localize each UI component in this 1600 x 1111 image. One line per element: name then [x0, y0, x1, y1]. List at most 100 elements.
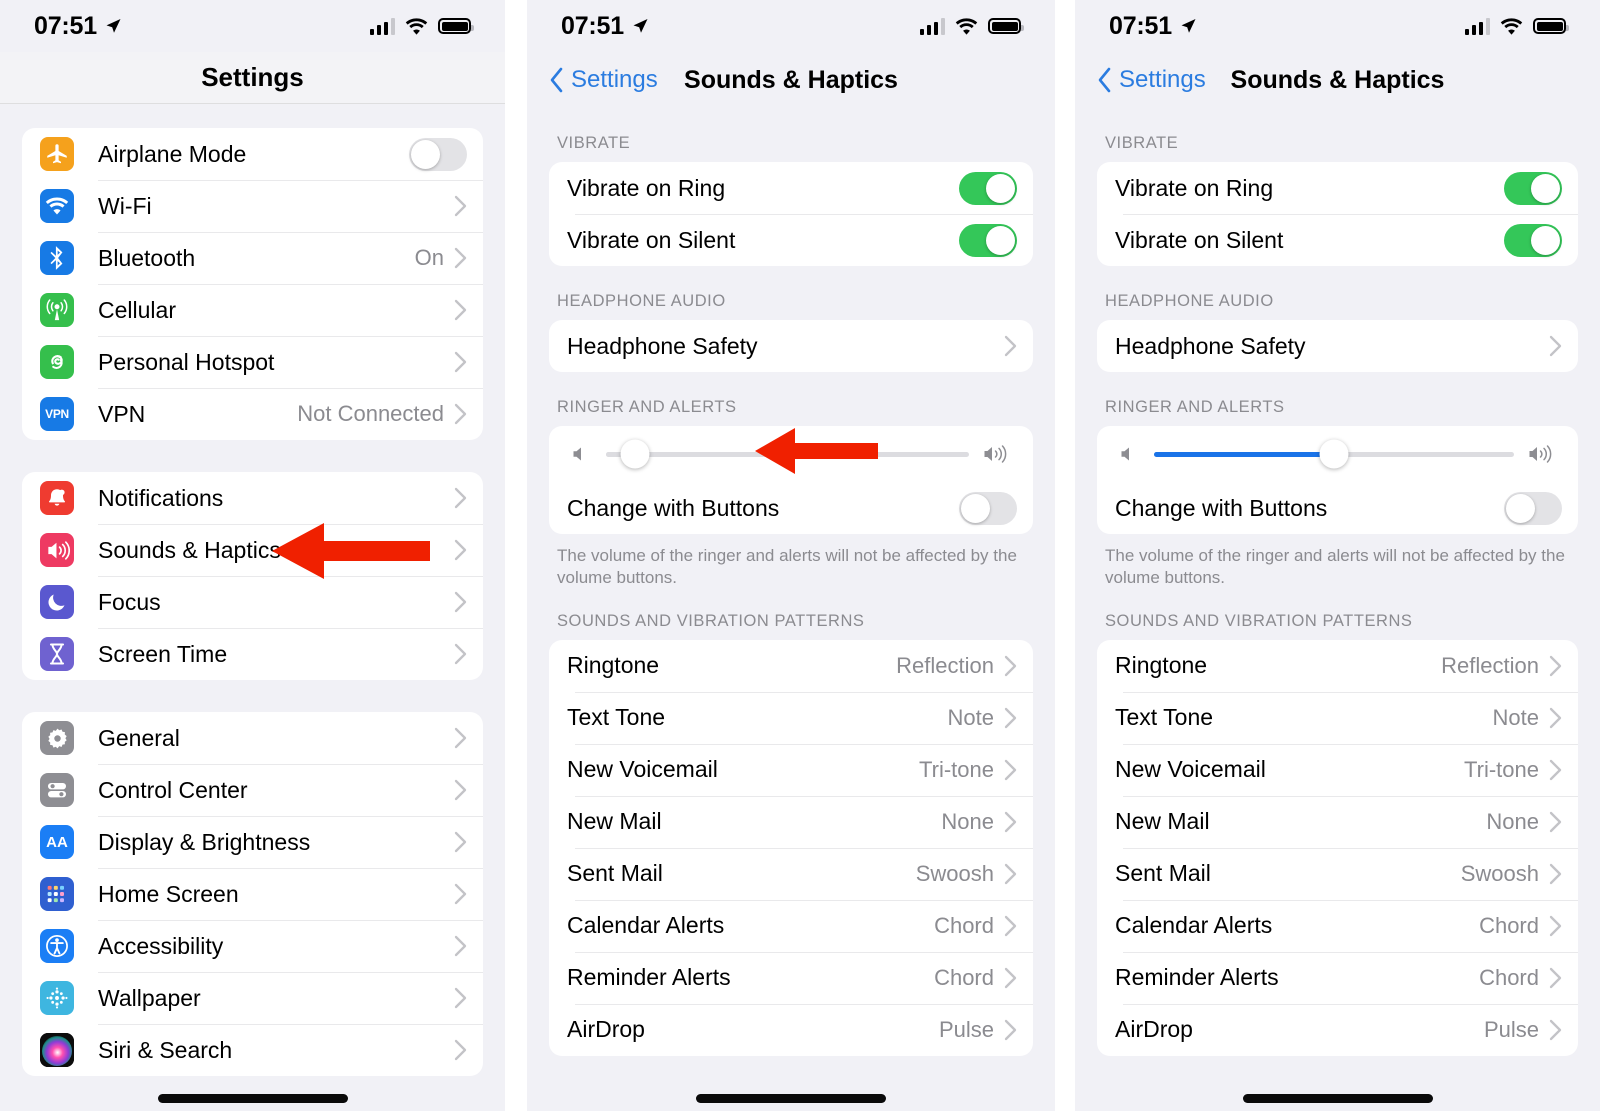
panel-sounds-haptics-raised-volume: 07:51 Settings Sounds & Haptics VIBRATE …: [1075, 0, 1600, 1111]
row-label: Text Tone: [567, 704, 666, 731]
page-title: Settings: [201, 62, 304, 92]
row-reminder-alerts[interactable]: Reminder Alerts Chord: [1097, 951, 1578, 1004]
row-value: Note: [947, 704, 994, 730]
vpn-icon: VPN: [40, 397, 74, 431]
row-vibrate-on-ring[interactable]: Vibrate on Ring: [549, 162, 1033, 214]
sidebar-item-cellular[interactable]: Cellular: [22, 284, 483, 336]
ringer-volume-track[interactable]: [1154, 439, 1514, 469]
settings-navbar: Settings: [0, 52, 505, 104]
sidebar-item-home-screen[interactable]: Home Screen: [22, 868, 483, 920]
bluetooth-icon: [40, 241, 74, 275]
row-headphone-safety[interactable]: Headphone Safety: [1097, 320, 1578, 372]
chevron-right-icon: [454, 987, 467, 1009]
sidebar-item-notifications[interactable]: Notifications: [22, 472, 483, 524]
ringer-footnote: The volume of the ringer and alerts will…: [557, 546, 1017, 588]
row-calendar-alerts[interactable]: Calendar Alerts Chord: [549, 899, 1033, 952]
sidebar-item-label: Siri & Search: [98, 1036, 233, 1063]
row-change-with-buttons[interactable]: Change with Buttons: [549, 482, 1033, 534]
sidebar-item-control-center[interactable]: Control Center: [22, 764, 483, 816]
sidebar-item-sounds-haptics[interactable]: Sounds & Haptics: [22, 524, 483, 576]
sidebar-item-label: Display & Brightness: [98, 828, 311, 855]
section-header-headphone-audio: HEADPHONE AUDIO: [1105, 292, 1274, 310]
chevron-right-icon: [1549, 1019, 1562, 1041]
group-headphone-audio: Headphone Safety: [549, 320, 1033, 372]
chevron-right-icon: [454, 831, 467, 853]
row-ringtone[interactable]: Ringtone Reflection: [549, 640, 1033, 692]
airplane-icon: [40, 137, 74, 171]
home-screen-grid-icon: [40, 877, 74, 911]
sidebar-item-bluetooth[interactable]: Bluetooth On: [22, 232, 483, 284]
sidebar-item-label: Screen Time: [98, 640, 228, 667]
row-sent-mail[interactable]: Sent Mail Swoosh: [1097, 847, 1578, 900]
row-text-tone[interactable]: Text Tone Note: [1097, 691, 1578, 744]
row-label: New Mail: [567, 808, 662, 835]
sidebar-item-personal-hotspot[interactable]: Personal Hotspot: [22, 336, 483, 388]
row-ringtone[interactable]: Ringtone Reflection: [1097, 640, 1578, 692]
chevron-right-icon: [454, 779, 467, 801]
ringer-volume-slider-row[interactable]: [1097, 426, 1578, 482]
row-new-mail[interactable]: New Mail None: [549, 795, 1033, 848]
back-button[interactable]: Settings: [549, 66, 658, 94]
wifi-icon: [405, 17, 428, 35]
home-indicator: [157, 1094, 348, 1103]
row-label: Calendar Alerts: [1115, 912, 1273, 939]
vibrate-on-ring-toggle[interactable]: [1504, 171, 1562, 205]
speaker-high-icon: [984, 445, 1007, 463]
row-reminder-alerts[interactable]: Reminder Alerts Chord: [549, 951, 1033, 1004]
group-sounds-and-vibration-patterns: Ringtone Reflection Text Tone Note New V…: [549, 639, 1033, 1056]
change-with-buttons-toggle[interactable]: [959, 491, 1017, 525]
cellular-signal-icon: [919, 18, 945, 35]
change-with-buttons-toggle[interactable]: [1504, 491, 1562, 525]
row-value: Chord: [1479, 912, 1539, 938]
sidebar-item-focus[interactable]: Focus: [22, 576, 483, 628]
row-change-with-buttons[interactable]: Change with Buttons: [1097, 482, 1578, 534]
row-new-voicemail[interactable]: New Voicemail Tri-tone: [549, 743, 1033, 796]
chevron-right-icon: [1004, 1019, 1017, 1041]
row-airdrop[interactable]: AirDrop Pulse: [549, 1003, 1033, 1056]
row-calendar-alerts[interactable]: Calendar Alerts Chord: [1097, 899, 1578, 952]
sidebar-item-display-brightness[interactable]: AA Display & Brightness: [22, 816, 483, 868]
section-header-sounds-and-vibration-patterns: SOUNDS AND VIBRATION PATTERNS: [1105, 611, 1413, 630]
row-vibrate-on-ring[interactable]: Vibrate on Ring: [1097, 162, 1578, 214]
vibrate-on-silent-toggle[interactable]: [959, 223, 1017, 257]
ringer-volume-track[interactable]: [606, 439, 969, 469]
group-sounds-and-vibration-patterns: Ringtone Reflection Text Tone Note New V…: [1097, 639, 1578, 1056]
chevron-right-icon: [454, 883, 467, 905]
status-bar-time: 07:51: [34, 11, 97, 40]
row-text-tone[interactable]: Text Tone Note: [549, 691, 1033, 744]
chevron-left-icon: [550, 67, 563, 93]
row-new-mail[interactable]: New Mail None: [1097, 795, 1578, 848]
ringer-volume-slider-row[interactable]: [549, 426, 1033, 482]
row-new-voicemail[interactable]: New Voicemail Tri-tone: [1097, 743, 1578, 796]
row-label: Reminder Alerts: [1115, 964, 1279, 991]
sidebar-item-airplane-mode[interactable]: Airplane Mode: [22, 128, 483, 180]
back-button[interactable]: Settings: [1097, 66, 1206, 94]
sidebar-item-wallpaper[interactable]: Wallpaper: [22, 972, 483, 1024]
sidebar-item-siri-search[interactable]: Siri & Search: [22, 1024, 483, 1076]
chevron-right-icon: [454, 1039, 467, 1061]
row-label: Calendar Alerts: [567, 912, 725, 939]
sidebar-item-label: Personal Hotspot: [98, 348, 275, 375]
chevron-right-icon: [454, 727, 467, 749]
screen-time-hourglass-icon: [40, 637, 74, 671]
sidebar-item-wifi[interactable]: Wi-Fi: [22, 180, 483, 232]
group-ringer-and-alerts: Change with Buttons: [1097, 426, 1578, 534]
battery-icon: [988, 18, 1024, 34]
chevron-right-icon: [1004, 915, 1017, 937]
row-vibrate-on-silent[interactable]: Vibrate on Silent: [549, 214, 1033, 266]
vibrate-on-silent-toggle[interactable]: [1504, 223, 1562, 257]
row-vibrate-on-silent[interactable]: Vibrate on Silent: [1097, 214, 1578, 266]
row-label: Vibrate on Ring: [567, 174, 726, 201]
row-headphone-safety[interactable]: Headphone Safety: [549, 320, 1033, 372]
airplane-mode-toggle[interactable]: [409, 137, 467, 171]
row-airdrop[interactable]: AirDrop Pulse: [1097, 1003, 1578, 1056]
sidebar-item-screen-time[interactable]: Screen Time: [22, 628, 483, 680]
sidebar-item-accessibility[interactable]: Accessibility: [22, 920, 483, 972]
sidebar-item-general[interactable]: General: [22, 712, 483, 764]
sidebar-item-vpn[interactable]: VPN VPN Not Connected: [22, 388, 483, 440]
sidebar-item-label: Accessibility: [98, 932, 224, 959]
group-ringer-and-alerts: Change with Buttons: [549, 426, 1033, 534]
row-sent-mail[interactable]: Sent Mail Swoosh: [549, 847, 1033, 900]
vibrate-on-ring-toggle[interactable]: [959, 171, 1017, 205]
notifications-bell-icon: [40, 481, 74, 515]
